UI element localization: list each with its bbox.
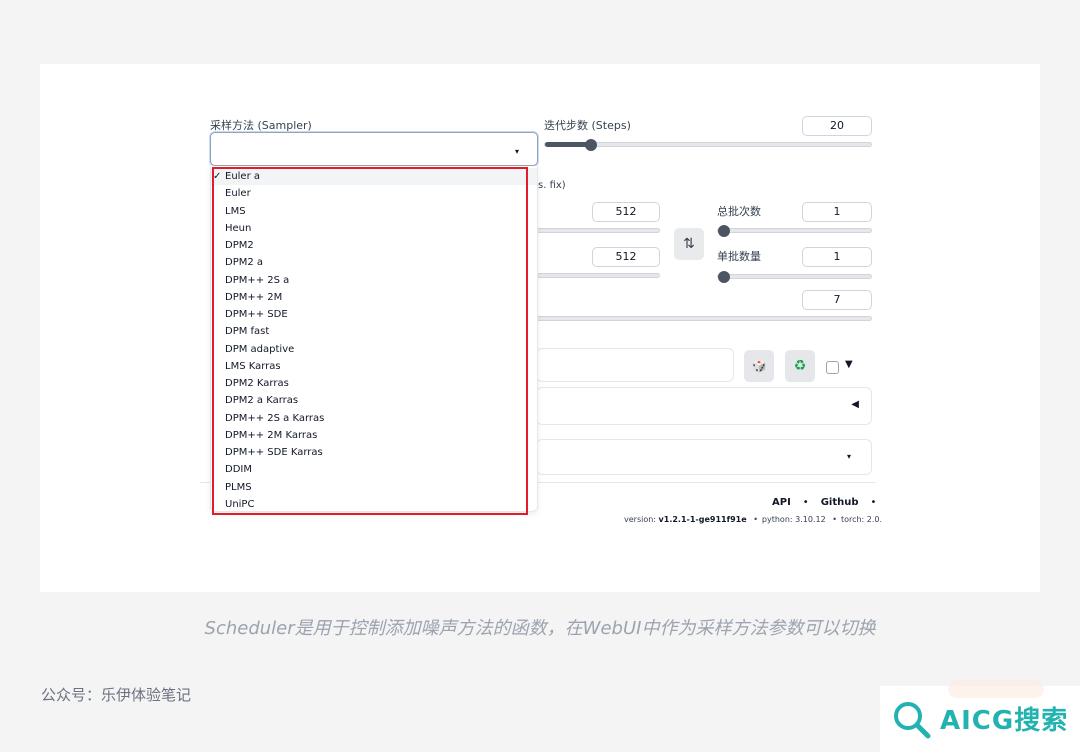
sampler-option-label: DPM++ 2S a Karras (225, 412, 325, 424)
cfg-scale-input[interactable]: 7 (802, 290, 872, 310)
version-info: version: v1.2.1-1-ge911f91e • python: 3.1… (624, 515, 883, 524)
batch-size-input[interactable]: 1 (802, 247, 872, 267)
sampler-option[interactable]: Heun (211, 220, 537, 237)
sampler-option[interactable]: UniPC (211, 496, 537, 513)
footer-links: API • Github • (772, 497, 888, 508)
sampler-option[interactable]: Euler (211, 185, 537, 202)
sampler-option-label: Euler a (225, 171, 261, 182)
batch-size-slider[interactable] (717, 271, 872, 283)
recycle-icon: ♻ (793, 358, 807, 374)
sampler-option[interactable]: DPM2 Karras (211, 375, 537, 392)
steps-slider-thumb[interactable] (585, 139, 597, 151)
sampler-label: 采样方法 (Sampler) (210, 119, 312, 132)
steps-label: 迭代步数 (Steps) (544, 119, 631, 132)
sampler-option-label: Heun (225, 222, 252, 234)
sampler-option[interactable]: DPM++ SDE Karras (211, 444, 537, 461)
batch-count-input[interactable]: 1 (802, 202, 872, 222)
separator: • (802, 497, 809, 508)
script-select[interactable]: ▾ (536, 439, 872, 475)
sampler-option-label: LMS Karras (225, 360, 281, 372)
sampler-option-label: PLMS (225, 481, 252, 493)
sampler-option[interactable]: PLMS (211, 479, 537, 496)
collapse-arrow-icon: ◀ (851, 399, 859, 410)
python-version: python: 3.10.12 (761, 515, 826, 524)
sampler-option-label: DPM adaptive (225, 343, 295, 355)
sampler-option-label: DPM++ SDE (225, 309, 288, 320)
steps-input[interactable]: 20 (802, 116, 872, 136)
width-input[interactable]: 512 (592, 202, 660, 222)
hires-fix-label: s. fix) (538, 180, 566, 191)
sampler-option-label: DPM++ 2M Karras (225, 429, 318, 441)
reuse-seed-button[interactable]: ♻ (785, 350, 815, 382)
sampler-option[interactable]: DPM2 a (211, 254, 537, 271)
height-slider[interactable] (536, 273, 660, 278)
figure-caption: Scheduler是用于控制添加噪声方法的函数，在WebUI中作为采样方法参数可… (204, 618, 876, 639)
sampler-option[interactable]: DPM2 (211, 237, 537, 254)
swap-dimensions-button[interactable]: ⇅ (674, 228, 704, 260)
sampler-option-label: DDIM (225, 464, 252, 476)
width-slider[interactable] (536, 228, 660, 233)
watermark: AICG搜索 (880, 680, 1080, 752)
sampler-option[interactable]: ✓ Euler a (211, 168, 537, 186)
webui-screenshot: 迭代步数 (Steps) 20 s. fix) 512 512 ⇅ 总批次数 1… (40, 64, 1040, 592)
accordion-panel[interactable]: ◀ (536, 387, 872, 425)
search-icon (894, 702, 931, 739)
batch-size-slider-thumb[interactable] (718, 271, 730, 283)
sampler-dropdown-list: ✓ Euler a Euler LMS Heun DPM2 DPM2 a DPM++ 2S a… (210, 166, 538, 512)
watermark-text: AICG搜索 (940, 706, 1069, 736)
api-link[interactable]: API (772, 497, 791, 508)
batch-count-slider[interactable] (717, 225, 872, 237)
torch-version: torch: 2.0. (840, 515, 883, 524)
sampler-options: ✓ Euler a Euler LMS Heun DPM2 DPM2 a DPM++ 2S a… (211, 168, 537, 513)
version-value: v1.2.1-1-ge911f91e (658, 515, 747, 524)
sampler-select[interactable]: ▾ (210, 132, 538, 166)
sampler-option[interactable]: DPM2 a Karras (211, 392, 537, 409)
sampler-option[interactable]: DPM++ 2S a Karras (211, 410, 537, 427)
batch-size-label: 单批数量 (717, 250, 761, 263)
sampler-option[interactable]: DPM adaptive (211, 341, 537, 358)
sampler-option-label: DPM++ SDE Karras (225, 447, 323, 458)
sampler-option[interactable]: DPM fast (211, 323, 537, 340)
watermark-bubble (948, 680, 1044, 698)
batch-count-slider-thumb[interactable] (718, 225, 730, 237)
sampler-option-label: LMS (225, 205, 246, 217)
sampler-option-label: UniPC (225, 498, 255, 510)
account-name: 公众号：乐伊体验笔记 (41, 686, 192, 704)
sampler-option[interactable]: DPM++ SDE (211, 306, 537, 323)
sampler-option-label: DPM++ 2M (225, 291, 283, 303)
height-input[interactable]: 512 (592, 247, 660, 267)
sampler-option[interactable]: DDIM (211, 461, 537, 478)
github-link[interactable]: Github (821, 497, 859, 508)
sampler-option-label: DPM2 a Karras (225, 395, 299, 407)
swap-icon: ⇅ (683, 236, 695, 252)
chevron-down-icon: ▾ (846, 452, 851, 461)
sampler-option[interactable]: DPM++ 2M (211, 289, 537, 306)
cfg-scale-slider[interactable] (536, 316, 872, 321)
sampler-option[interactable]: DPM++ 2M Karras (211, 427, 537, 444)
batch-count-label: 总批次数 (717, 205, 761, 218)
sampler-option[interactable]: LMS Karras (211, 358, 537, 375)
chevron-down-icon: ▾ (514, 147, 519, 156)
extra-seed-checkbox[interactable] (826, 361, 839, 374)
sampler-option-label: DPM fast (225, 326, 270, 338)
sampler-option-label: DPM2 a (225, 257, 264, 269)
check-icon: ✓ (213, 171, 222, 182)
steps-slider[interactable] (544, 139, 872, 151)
sampler-option-label: DPM2 Karras (225, 378, 289, 389)
sampler-option-label: DPM2 (225, 240, 254, 251)
random-seed-button[interactable]: 🎲 (744, 350, 774, 382)
sampler-option-label: Euler (225, 188, 251, 200)
extra-seed-toggle-icon[interactable]: ▼ (845, 359, 853, 370)
sampler-option[interactable]: LMS (211, 203, 537, 220)
sampler-option-label: DPM++ 2S a (225, 274, 290, 286)
seed-input[interactable] (536, 348, 734, 382)
sampler-option[interactable]: DPM++ 2S a (211, 272, 537, 289)
dice-icon: 🎲 (751, 359, 767, 373)
separator: • (870, 497, 877, 508)
